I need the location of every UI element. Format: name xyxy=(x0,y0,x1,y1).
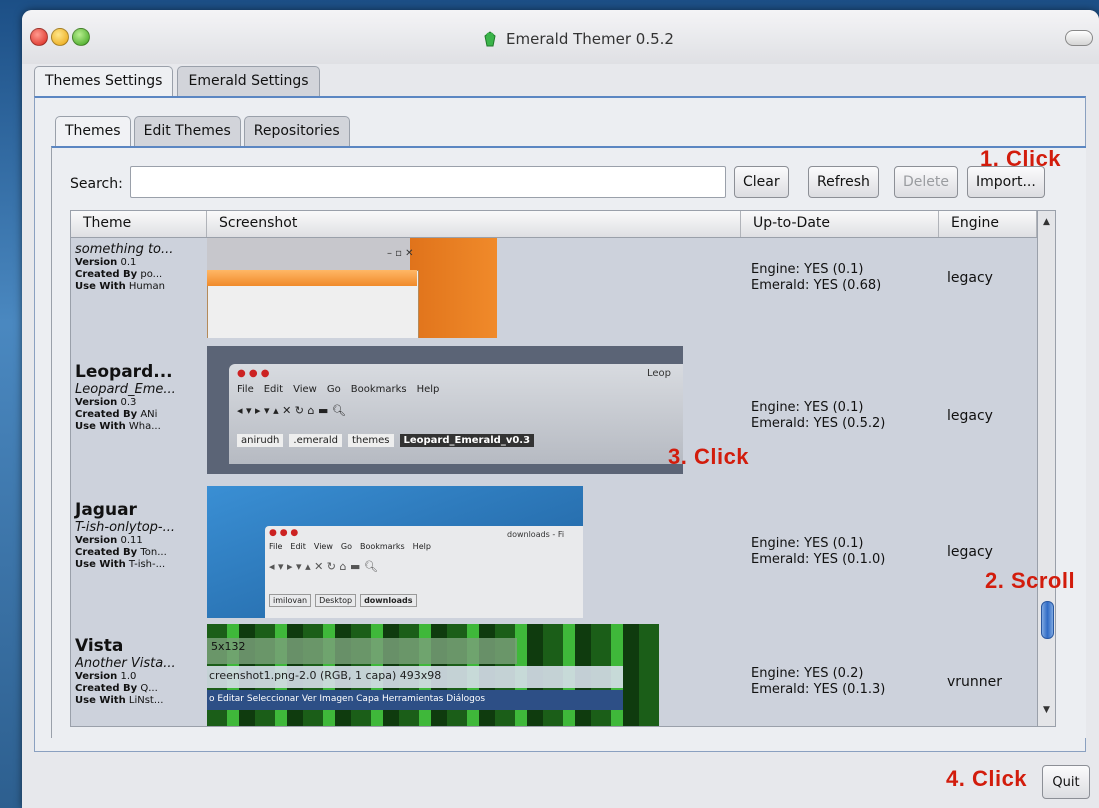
engine-cell: legacy xyxy=(947,408,993,424)
emerald-gem-icon xyxy=(484,31,496,47)
close-button[interactable] xyxy=(30,28,48,46)
theme-description: Another Vista... xyxy=(75,656,176,671)
theme-cell: Vista Another Vista... Version 1.0 Creat… xyxy=(71,626,205,726)
theme-name: Jaguar xyxy=(75,500,137,520)
annotation-step-2: 2. Scroll xyxy=(985,568,1076,593)
theme-created-by: Created By ANi xyxy=(75,409,158,420)
column-header-engine[interactable]: Engine xyxy=(939,211,1037,237)
outer-tab-bar: Themes Settings Emerald Settings xyxy=(34,66,320,96)
tab-themes[interactable]: Themes xyxy=(55,116,131,146)
tab-emerald-settings[interactable]: Emerald Settings xyxy=(177,66,320,96)
window-title: Emerald Themer 0.5.2 xyxy=(482,30,674,48)
maximize-button[interactable] xyxy=(72,28,90,46)
themes-settings-panel: Themes Edit Themes Repositories Search: … xyxy=(34,96,1086,752)
theme-created-by: Created By Q... xyxy=(75,683,158,694)
scroll-down-arrow-icon[interactable]: ▼ xyxy=(1040,705,1053,717)
emerald-themer-window: Emerald Themer 0.5.2 Themes Settings Eme… xyxy=(22,10,1099,808)
table-rows: something to... Version 0.1 Created By p… xyxy=(71,238,1037,726)
theme-version: Version 0.11 xyxy=(75,535,143,546)
tab-themes-settings[interactable]: Themes Settings xyxy=(34,66,174,96)
scrollbar-thumb[interactable] xyxy=(1041,601,1054,639)
scroll-up-arrow-icon[interactable]: ▲ xyxy=(1040,217,1053,229)
tab-edit-themes[interactable]: Edit Themes xyxy=(133,116,241,146)
delete-button[interactable]: Delete xyxy=(894,166,958,198)
up-to-date-cell: Engine: YES (0.2) Emerald: YES (0.1.3) xyxy=(751,666,886,697)
column-header-screenshot[interactable]: Screenshot xyxy=(207,211,741,237)
theme-use-with: Use With LiNst... xyxy=(75,695,164,706)
theme-cell: Jaguar T-ish-onlytop-... Version 0.11 Cr… xyxy=(71,486,205,620)
annotation-step-1: 1. Click xyxy=(980,146,1062,171)
table-header: Theme Screenshot Up-to-Date Engine xyxy=(71,211,1037,238)
clear-button[interactable]: Clear xyxy=(734,166,789,198)
theme-use-with: Use With Human xyxy=(75,281,165,292)
theme-cell: Leopard... Leopard_Eme... Version 0.3 Cr… xyxy=(71,346,205,480)
theme-version: Version 0.1 xyxy=(75,257,137,268)
table-row[interactable]: Leopard... Leopard_Eme... Version 0.3 Cr… xyxy=(71,346,1037,480)
inner-tab-bar: Themes Edit Themes Repositories xyxy=(55,116,350,146)
theme-screenshot: 5x132 creenshot1.png-2.0 (RGB, 1 capa) 4… xyxy=(207,624,659,726)
themes-table: Theme Screenshot Up-to-Date Engine somet… xyxy=(70,210,1056,727)
up-to-date-cell: Engine: YES (0.1) Emerald: YES (0.68) xyxy=(751,262,882,293)
theme-description: Leopard_Eme... xyxy=(75,382,176,397)
theme-version: Version 1.0 xyxy=(75,671,137,682)
theme-created-by: Created By po... xyxy=(75,269,163,280)
engine-cell: legacy xyxy=(947,270,993,286)
search-label: Search: xyxy=(70,176,123,192)
theme-use-with: Use With Wha... xyxy=(75,421,161,432)
theme-description: something to... xyxy=(75,242,174,257)
theme-screenshot: ● ● ● downloads - Fi File Edit View Go Bookm… xyxy=(207,486,583,618)
table-row[interactable]: something to... Version 0.1 Created By p… xyxy=(71,238,1037,342)
theme-created-by: Created By Ton... xyxy=(75,547,167,558)
theme-version: Version 0.3 xyxy=(75,397,137,408)
table-scrollbar[interactable]: ▲ ▼ xyxy=(1037,211,1055,726)
theme-cell: something to... Version 0.1 Created By p… xyxy=(71,238,205,342)
toolbar-toggle-button[interactable] xyxy=(1065,30,1093,46)
quit-button[interactable]: Quit xyxy=(1042,765,1090,799)
refresh-button[interactable]: Refresh xyxy=(808,166,879,198)
up-to-date-cell: Engine: YES (0.1) Emerald: YES (0.5.2) xyxy=(751,400,886,431)
theme-description: T-ish-onlytop-... xyxy=(75,520,175,535)
theme-screenshot: ● ● ● Leop File Edit View Go Bookmarks Help ◂… xyxy=(207,346,683,474)
minimize-button[interactable] xyxy=(51,28,69,46)
table-row[interactable]: Jaguar T-ish-onlytop-... Version 0.11 Cr… xyxy=(71,486,1037,620)
column-header-theme[interactable]: Theme xyxy=(71,211,207,237)
up-to-date-cell: Engine: YES (0.1) Emerald: YES (0.1.0) xyxy=(751,536,886,567)
window-title-text: Emerald Themer 0.5.2 xyxy=(506,30,674,48)
search-input[interactable] xyxy=(130,166,726,198)
theme-name: Leopard... xyxy=(75,362,173,382)
theme-name: Vista xyxy=(75,636,124,656)
title-bar[interactable]: Emerald Themer 0.5.2 xyxy=(22,10,1099,64)
engine-cell: vrunner xyxy=(947,674,1003,690)
theme-use-with: Use With T-ish-... xyxy=(75,559,166,570)
column-header-up-to-date[interactable]: Up-to-Date xyxy=(741,211,939,237)
annotation-step-4: 4. Click xyxy=(946,766,1028,791)
themes-panel: Search: Clear Refresh Delete Import... T… xyxy=(51,146,1086,738)
theme-screenshot: – ▫ ✕ xyxy=(207,238,497,338)
tab-repositories[interactable]: Repositories xyxy=(243,116,350,146)
engine-cell: legacy xyxy=(947,544,993,560)
table-row[interactable]: Vista Another Vista... Version 1.0 Creat… xyxy=(71,624,1037,726)
annotation-step-3: 3. Click xyxy=(668,444,750,469)
